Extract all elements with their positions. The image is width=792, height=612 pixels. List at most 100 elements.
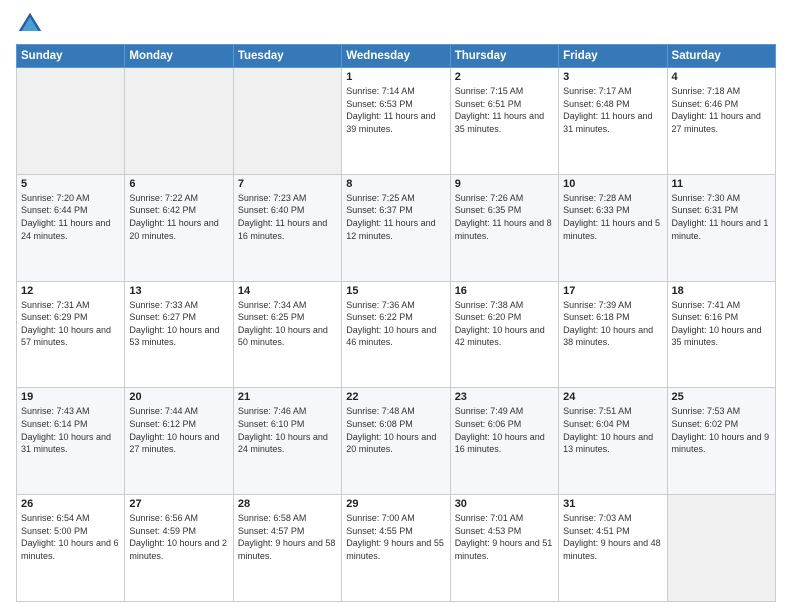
calendar-week-row: 26 Sunrise: 6:54 AMSunset: 5:00 PMDayligh… [17,495,776,602]
day-info: Sunrise: 7:20 AMSunset: 6:44 PMDaylight:… [21,192,120,242]
day-number: 9 [455,178,554,190]
header [16,10,776,38]
day-number: 24 [563,391,662,403]
day-number: 19 [21,391,120,403]
day-number: 22 [346,391,445,403]
day-info: Sunrise: 7:17 AMSunset: 6:48 PMDaylight:… [563,85,662,135]
day-number: 11 [672,178,771,190]
page: SundayMondayTuesdayWednesdayThursdayFrid… [0,0,792,612]
day-number: 1 [346,71,445,83]
calendar-day-cell: 6Sunrise: 7:22 AMSunset: 6:42 PMDaylight… [125,174,233,281]
calendar-day-cell: 4Sunrise: 7:18 AMSunset: 6:46 PMDaylight… [667,68,775,175]
calendar-day-cell: 23 Sunrise: 7:49 AMSunset: 6:06 PMDayligh… [450,388,558,495]
day-info: Sunrise: 7:30 AMSunset: 6:31 PMDaylight:… [672,192,771,242]
calendar-day-header: Saturday [667,45,775,68]
day-info: Sunrise: 7:38 AMSunset: 6:20 PMDaylight:… [455,299,554,349]
calendar-day-cell: 2 Sunrise: 7:15 AMSunset: 6:51 PMDaylight… [450,68,558,175]
day-info: Sunrise: 7:41 AMSunset: 6:16 PMDaylight:… [672,299,771,349]
day-number: 18 [672,285,771,297]
day-number: 31 [563,498,662,510]
day-info: Sunrise: 6:54 AMSunset: 5:00 PMDaylight:… [21,512,120,562]
day-info: Sunrise: 6:58 AMSunset: 4:57 PMDaylight:… [238,512,337,562]
calendar-day-cell: 9 Sunrise: 7:26 AMSunset: 6:35 PMDaylight… [450,174,558,281]
day-number: 7 [238,178,337,190]
calendar-day-cell [667,495,775,602]
calendar-day-cell: 25 Sunrise: 7:53 AMSunset: 6:02 PMDayligh… [667,388,775,495]
day-number: 28 [238,498,337,510]
day-info: Sunrise: 7:25 AMSunset: 6:37 PMDaylight:… [346,192,445,242]
day-number: 4 [672,71,771,83]
calendar-day-cell: 17 Sunrise: 7:39 AMSunset: 6:18 PMDayligh… [559,281,667,388]
day-number: 6 [129,178,228,190]
day-number: 23 [455,391,554,403]
day-info: Sunrise: 7:53 AMSunset: 6:02 PMDaylight:… [672,405,771,455]
day-info: Sunrise: 7:33 AMSunset: 6:27 PMDaylight:… [129,299,228,349]
day-info: Sunrise: 7:03 AMSunset: 4:51 PMDaylight:… [563,512,662,562]
calendar-day-cell: 13Sunrise: 7:33 AMSunset: 6:27 PMDayligh… [125,281,233,388]
calendar-day-header: Monday [125,45,233,68]
day-number: 2 [455,71,554,83]
day-info: Sunrise: 7:34 AMSunset: 6:25 PMDaylight:… [238,299,337,349]
calendar-day-header: Friday [559,45,667,68]
day-number: 30 [455,498,554,510]
day-info: Sunrise: 7:01 AMSunset: 4:53 PMDaylight:… [455,512,554,562]
day-number: 27 [129,498,228,510]
day-info: Sunrise: 7:28 AMSunset: 6:33 PMDaylight:… [563,192,662,242]
calendar-day-cell: 3 Sunrise: 7:17 AMSunset: 6:48 PMDaylight… [559,68,667,175]
day-number: 20 [129,391,228,403]
day-number: 14 [238,285,337,297]
day-number: 12 [21,285,120,297]
calendar-day-cell [233,68,341,175]
day-info: Sunrise: 7:26 AMSunset: 6:35 PMDaylight:… [455,192,554,242]
calendar-header-row: SundayMondayTuesdayWednesdayThursdayFrid… [17,45,776,68]
calendar-day-cell: 20 Sunrise: 7:44 AMSunset: 6:12 PMDayligh… [125,388,233,495]
day-info: Sunrise: 7:44 AMSunset: 6:12 PMDaylight:… [129,405,228,455]
calendar-day-header: Sunday [17,45,125,68]
calendar-day-cell: 18 Sunrise: 7:41 AMSunset: 6:16 PMDayligh… [667,281,775,388]
calendar-day-header: Wednesday [342,45,450,68]
calendar-day-cell: 11 Sunrise: 7:30 AMSunset: 6:31 PMDayligh… [667,174,775,281]
day-number: 25 [672,391,771,403]
day-info: Sunrise: 7:15 AMSunset: 6:51 PMDaylight:… [455,85,554,135]
calendar-week-row: 19 Sunrise: 7:43 AMSunset: 6:14 PMDayligh… [17,388,776,495]
day-info: Sunrise: 7:51 AMSunset: 6:04 PMDaylight:… [563,405,662,455]
calendar-day-cell: 21Sunrise: 7:46 AMSunset: 6:10 PMDayligh… [233,388,341,495]
calendar-table: SundayMondayTuesdayWednesdayThursdayFrid… [16,44,776,602]
day-info: Sunrise: 7:23 AMSunset: 6:40 PMDaylight:… [238,192,337,242]
calendar-day-cell: 16 Sunrise: 7:38 AMSunset: 6:20 PMDayligh… [450,281,558,388]
calendar-day-cell: 30 Sunrise: 7:01 AMSunset: 4:53 PMDayligh… [450,495,558,602]
calendar-day-cell: 29Sunrise: 7:00 AMSunset: 4:55 PMDayligh… [342,495,450,602]
calendar-day-cell: 27 Sunrise: 6:56 AMSunset: 4:59 PMDayligh… [125,495,233,602]
day-info: Sunrise: 6:56 AMSunset: 4:59 PMDaylight:… [129,512,228,562]
day-info: Sunrise: 7:31 AMSunset: 6:29 PMDaylight:… [21,299,120,349]
calendar-day-cell: 19 Sunrise: 7:43 AMSunset: 6:14 PMDayligh… [17,388,125,495]
day-number: 5 [21,178,120,190]
calendar-day-cell: 1 Sunrise: 7:14 AMSunset: 6:53 PMDaylight… [342,68,450,175]
day-info: Sunrise: 7:43 AMSunset: 6:14 PMDaylight:… [21,405,120,455]
logo-icon [16,10,44,38]
calendar-day-cell: 31 Sunrise: 7:03 AMSunset: 4:51 PMDayligh… [559,495,667,602]
day-number: 16 [455,285,554,297]
day-number: 17 [563,285,662,297]
day-info: Sunrise: 7:14 AMSunset: 6:53 PMDaylight:… [346,85,445,135]
day-number: 8 [346,178,445,190]
calendar-day-cell: 14 Sunrise: 7:34 AMSunset: 6:25 PMDayligh… [233,281,341,388]
calendar-day-cell: 28 Sunrise: 6:58 AMSunset: 4:57 PMDayligh… [233,495,341,602]
calendar-day-cell [17,68,125,175]
calendar-week-row: 12 Sunrise: 7:31 AMSunset: 6:29 PMDayligh… [17,281,776,388]
day-info: Sunrise: 7:48 AMSunset: 6:08 PMDaylight:… [346,405,445,455]
calendar-day-cell: 15Sunrise: 7:36 AMSunset: 6:22 PMDayligh… [342,281,450,388]
day-info: Sunrise: 7:49 AMSunset: 6:06 PMDaylight:… [455,405,554,455]
calendar-day-cell: 10 Sunrise: 7:28 AMSunset: 6:33 PMDayligh… [559,174,667,281]
day-info: Sunrise: 7:00 AMSunset: 4:55 PMDaylight:… [346,512,445,562]
day-info: Sunrise: 7:39 AMSunset: 6:18 PMDaylight:… [563,299,662,349]
day-number: 26 [21,498,120,510]
calendar-day-cell: 12 Sunrise: 7:31 AMSunset: 6:29 PMDayligh… [17,281,125,388]
day-info: Sunrise: 7:36 AMSunset: 6:22 PMDaylight:… [346,299,445,349]
day-number: 10 [563,178,662,190]
calendar-day-cell [125,68,233,175]
day-number: 3 [563,71,662,83]
calendar-week-row: 1 Sunrise: 7:14 AMSunset: 6:53 PMDaylight… [17,68,776,175]
calendar-day-cell: 8 Sunrise: 7:25 AMSunset: 6:37 PMDaylight… [342,174,450,281]
calendar-day-header: Thursday [450,45,558,68]
